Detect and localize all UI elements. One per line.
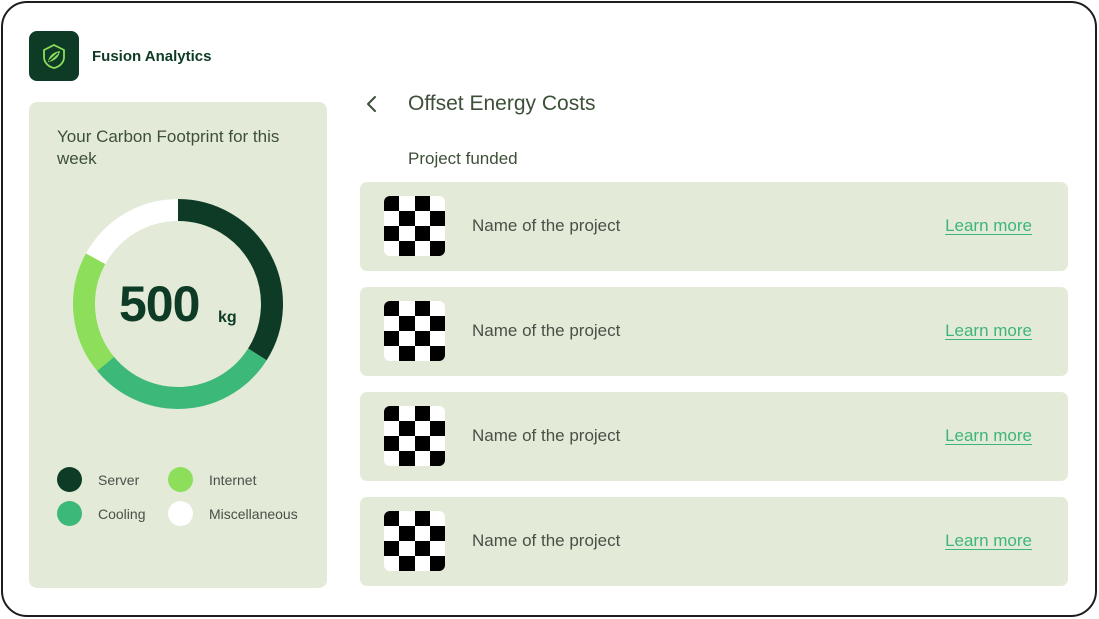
project-name: Name of the project — [472, 321, 621, 340]
legend-label: Miscellaneous — [209, 505, 298, 522]
legend-label: Server — [98, 471, 140, 488]
learn-more-link[interactable]: Learn more — [945, 216, 1032, 236]
donut-segment-cooling — [97, 348, 267, 409]
checkerboard-placeholder-icon — [384, 196, 445, 256]
legend-swatch-miscellaneous — [168, 501, 193, 526]
chevron-left-icon — [367, 96, 376, 112]
legend-item-miscellaneous: Miscellaneous — [168, 501, 298, 526]
legend-swatch-cooling — [57, 501, 82, 526]
project-row: Name of the project Learn more — [360, 287, 1068, 376]
learn-more-link[interactable]: Learn more — [945, 531, 1032, 551]
legend-swatch-internet — [168, 467, 193, 492]
checkerboard-placeholder-icon — [384, 406, 445, 466]
legend-item-cooling: Cooling — [57, 501, 145, 526]
footprint-unit: kg — [218, 309, 237, 326]
footprint-value: 500 — [119, 276, 200, 332]
brand: Fusion Analytics — [29, 31, 211, 81]
legend-label: Internet — [209, 471, 257, 488]
project-name: Name of the project — [472, 216, 621, 235]
legend-label: Cooling — [98, 505, 146, 522]
leaf-icon — [43, 43, 65, 69]
project-name: Name of the project — [472, 426, 621, 445]
app-logo[interactable] — [29, 31, 79, 81]
back-button[interactable] — [360, 92, 384, 116]
project-name: Name of the project — [472, 531, 621, 550]
checkerboard-placeholder-icon — [384, 511, 445, 571]
project-row: Name of the project Learn more — [360, 392, 1068, 481]
donut-segment-miscellaneous — [85, 199, 179, 265]
legend-item-server: Server — [57, 467, 139, 492]
page-title: Offset Energy Costs — [408, 92, 596, 115]
learn-more-link[interactable]: Learn more — [945, 321, 1032, 341]
legend-item-internet: Internet — [168, 467, 256, 492]
legend-swatch-server — [57, 467, 82, 492]
carbon-footprint-card: Your Carbon Footprint for this week 500 … — [29, 102, 327, 588]
app-name: Fusion Analytics — [92, 47, 212, 65]
donut-segment-internet — [73, 253, 115, 371]
app-window: Fusion Analytics Your Carbon Footprint f… — [1, 1, 1097, 617]
learn-more-link[interactable]: Learn more — [945, 426, 1032, 446]
carbon-footprint-title: Your Carbon Footprint for this week — [57, 127, 280, 168]
checkerboard-placeholder-icon — [384, 301, 445, 361]
project-row: Name of the project Learn more — [360, 497, 1068, 586]
project-row: Name of the project Learn more — [360, 182, 1068, 271]
section-label: Project funded — [408, 149, 518, 168]
